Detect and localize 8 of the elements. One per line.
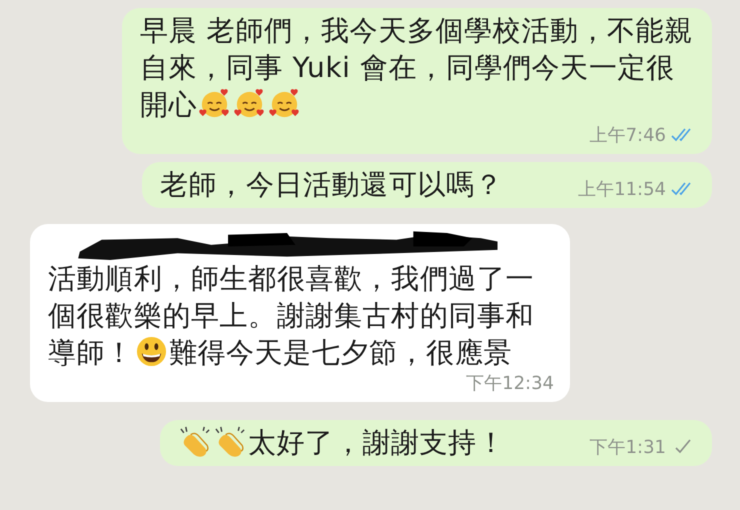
message-time: 下午1:31 <box>590 436 666 459</box>
message-time: 上午11:54 <box>578 178 666 201</box>
message-text: 太好了，謝謝支持！ <box>178 424 506 461</box>
message-time: 上午7:46 <box>590 124 666 147</box>
message-text: 早晨 老師們，我今天多個學校活動，不能親自來，同事 Yuki 會在，同學們今天一定很開心 <box>140 13 694 123</box>
message-text: 活動順利，師生都很喜歡，我們過了一個很歡樂的早上。謝謝集古村的同事和導師！ 難得今天是七夕節，很應景 <box>48 261 536 371</box>
message-time: 下午12:34 <box>466 372 554 395</box>
message-text: 老師，今日活動還可以嗎？ <box>160 167 504 203</box>
